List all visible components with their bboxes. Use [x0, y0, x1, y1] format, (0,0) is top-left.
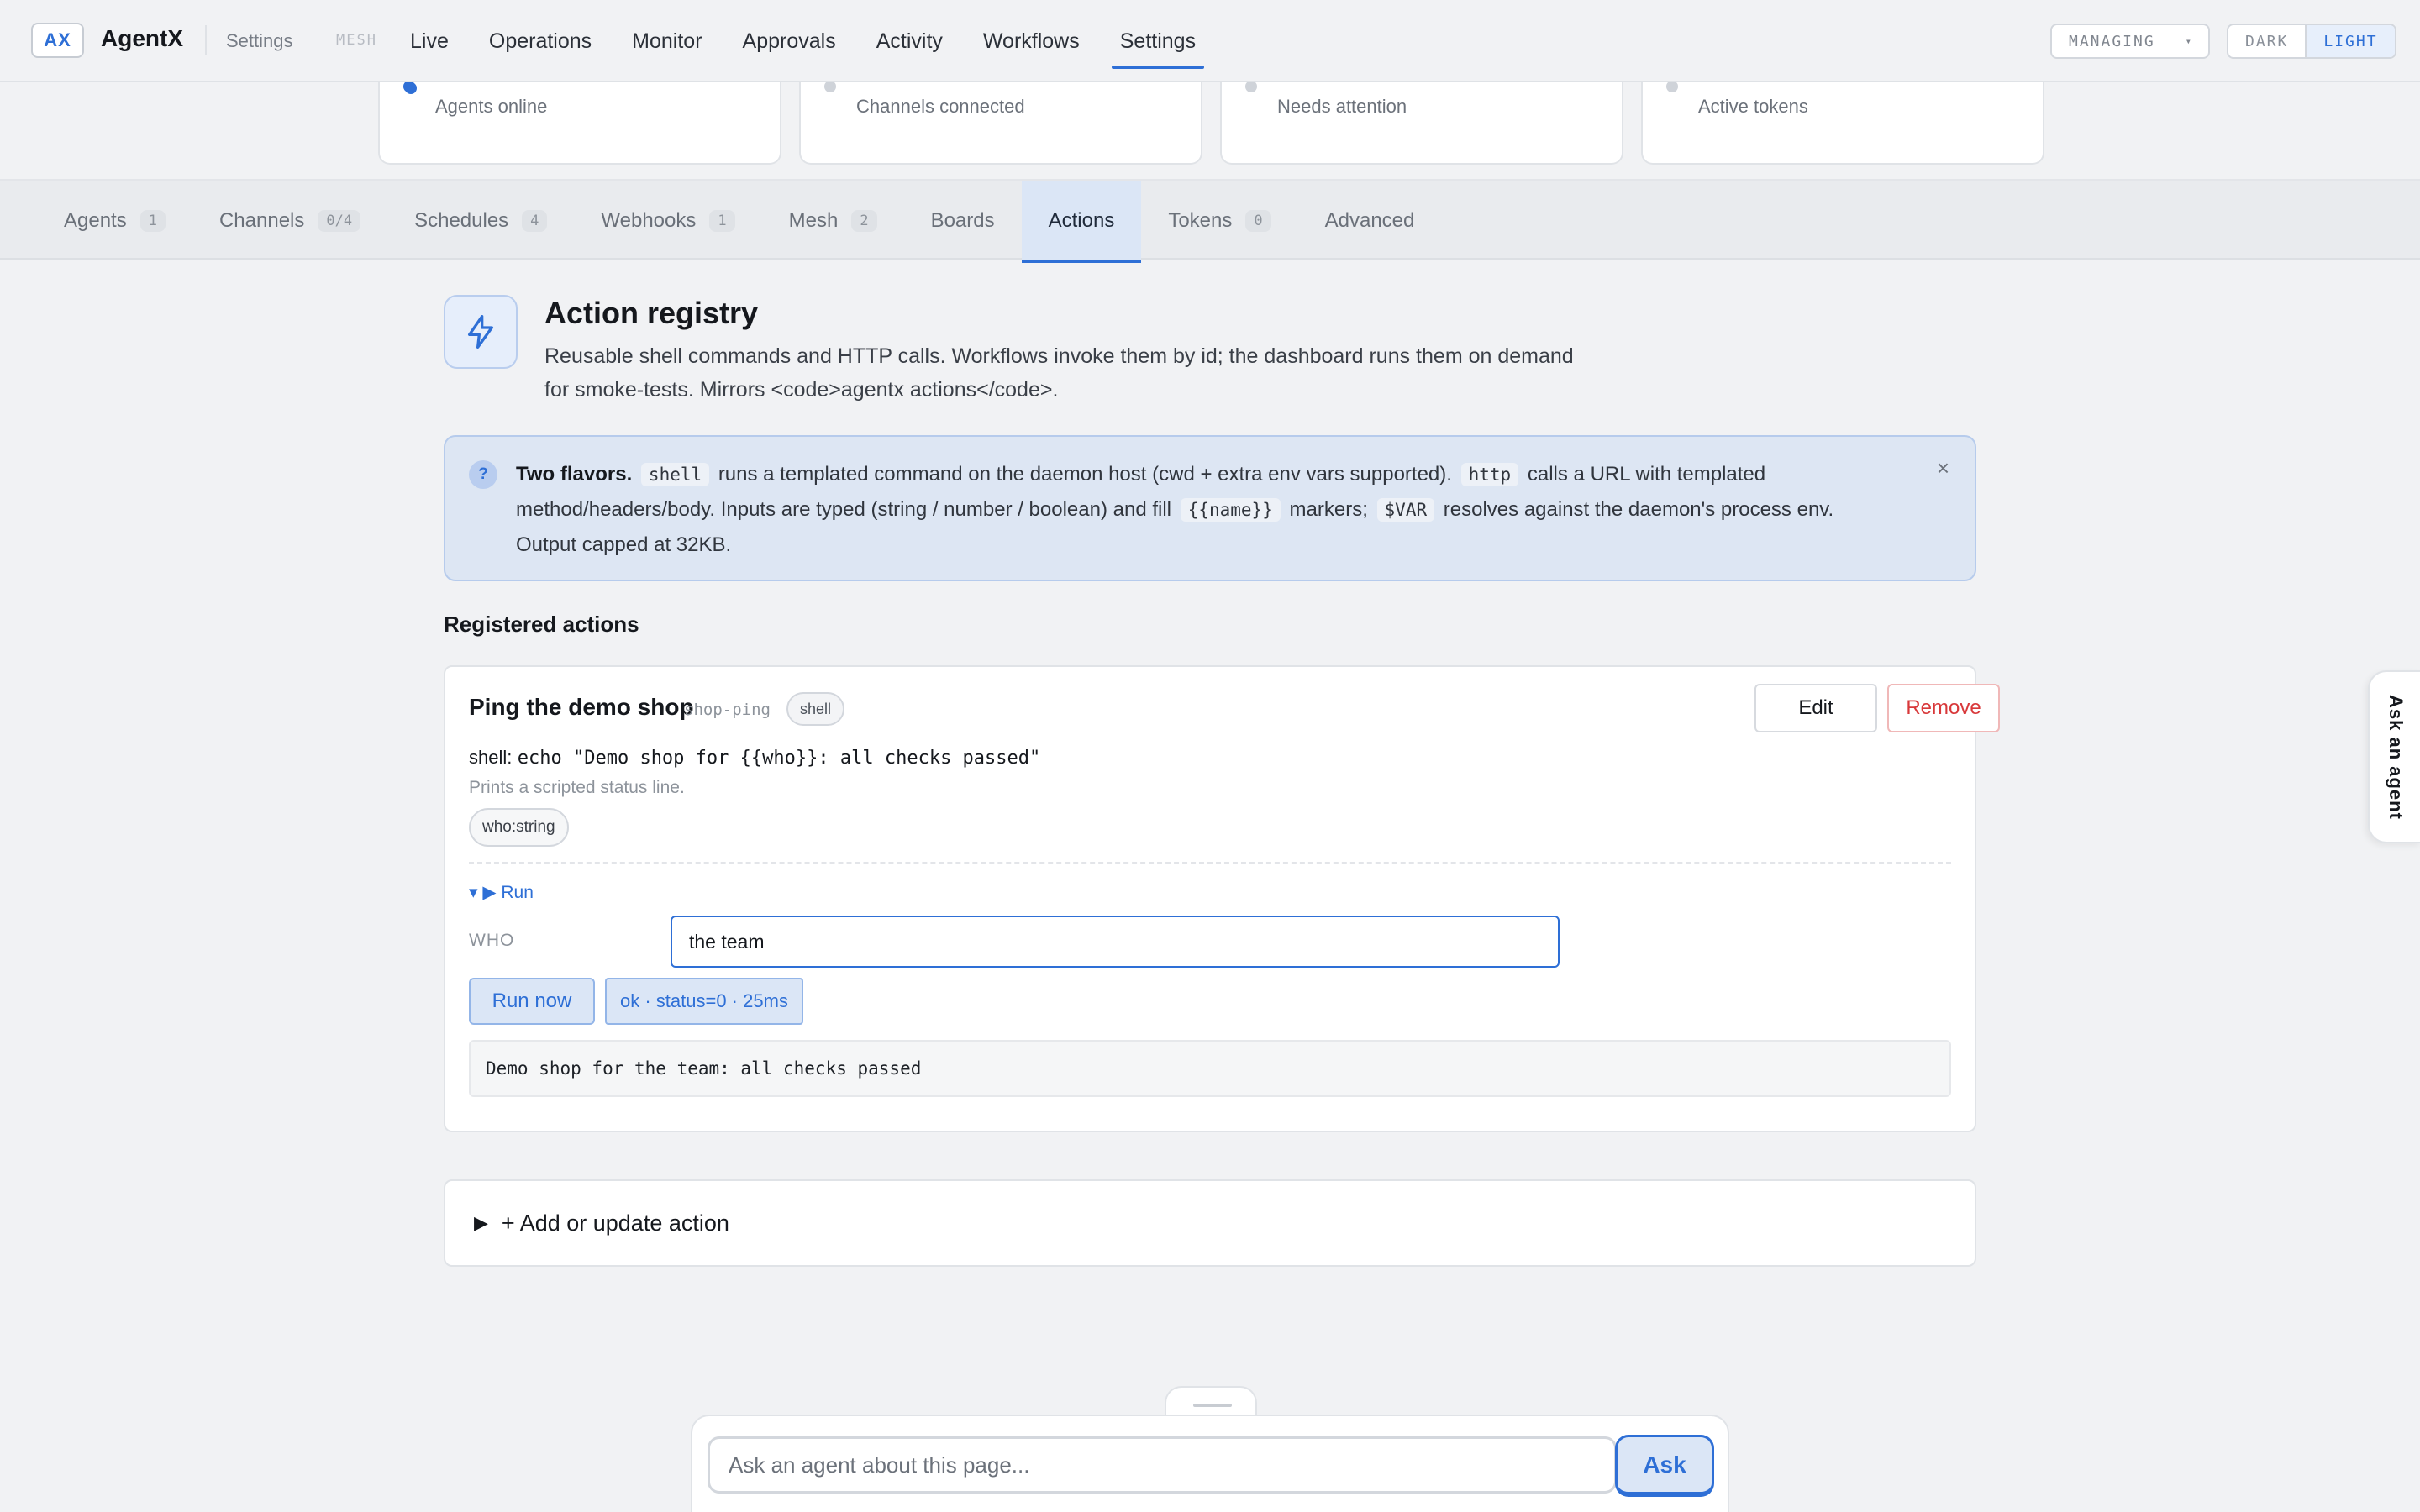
managing-label: MANAGING: [2069, 32, 2155, 50]
tab-channels[interactable]: Channels 0/4: [192, 181, 387, 261]
action-id: shop-ping: [684, 701, 771, 719]
page-title: Action registry: [544, 296, 759, 330]
tab-agents[interactable]: Agents 1: [37, 181, 192, 261]
tab-webhooks[interactable]: Webhooks 1: [574, 181, 761, 261]
info-text-1: runs a templated command on the daemon h…: [718, 463, 1452, 486]
stat-card-agents[interactable]: [378, 82, 781, 165]
shell-chip: shell: [640, 463, 710, 486]
tab-label: Tokens: [1168, 209, 1233, 232]
stat-label-channels: Channels connected: [856, 96, 1025, 117]
theme-dark-button[interactable]: DARK: [2228, 25, 2305, 57]
ask-panel: Ask: [691, 1415, 1729, 1512]
close-icon[interactable]: ×: [1937, 455, 1949, 481]
tab-count: 0: [1245, 210, 1271, 232]
tab-mesh[interactable]: Mesh 2: [762, 181, 904, 261]
tab-advanced[interactable]: Advanced: [1298, 181, 1442, 261]
action-command: shell: echo "Demo shop for {{who}}: all …: [469, 746, 1040, 769]
ask-agent-side-tab[interactable]: Ask an agent: [2368, 670, 2420, 843]
stat-card-channels[interactable]: [799, 82, 1202, 165]
action-note: Prints a scripted status line.: [469, 778, 685, 797]
who-label: WHO: [469, 931, 515, 950]
managing-select[interactable]: MANAGING ▾: [2050, 24, 2210, 59]
stat-label-attention: Needs attention: [1277, 96, 1407, 117]
lightning-icon: [444, 295, 518, 369]
tab-tokens[interactable]: Tokens 0: [1141, 181, 1297, 261]
theme-toggle: DARK LIGHT: [2227, 24, 2396, 59]
var-chip: $VAR: [1376, 498, 1435, 522]
run-now-button[interactable]: Run now: [469, 978, 595, 1025]
tab-label: Channels: [218, 209, 305, 232]
tab-count: 1: [709, 210, 735, 232]
tab-label: Schedules: [414, 209, 509, 232]
tab-boards[interactable]: Boards: [904, 181, 1022, 261]
info-bold: Two flavors.: [516, 463, 633, 486]
stat-label-agents: Agents online: [435, 96, 548, 117]
nav-monitor[interactable]: Monitor: [612, 0, 722, 82]
stat-label-tokens: Active tokens: [1698, 96, 1808, 117]
info-text-3: markers;: [1289, 498, 1368, 521]
tab-label: Webhooks: [601, 209, 697, 232]
nav-settings[interactable]: Settings: [1100, 0, 1216, 82]
stats-band: [0, 82, 2420, 180]
status-dot-tokens: [1666, 81, 1678, 92]
tab-count: 1: [139, 210, 166, 232]
divider: [205, 25, 207, 55]
tab-label: Mesh: [788, 209, 839, 232]
nav-activity[interactable]: Activity: [856, 0, 963, 82]
side-tab-label: Ask an agent: [2386, 694, 2407, 820]
tab-label: Advanced: [1324, 209, 1415, 232]
tab-count: 4: [522, 210, 548, 232]
tab-label: Agents: [64, 209, 127, 232]
action-card: Ping the demo shop shop-ping shell Edit …: [444, 665, 2000, 1132]
breadcrumb: Settings: [226, 30, 293, 51]
tab-label: Boards: [930, 209, 995, 232]
section-title: Registered actions: [444, 612, 639, 637]
tab-actions[interactable]: Actions: [1021, 181, 1142, 263]
edit-button[interactable]: Edit: [1754, 684, 1877, 732]
triangle-right-icon: ▶: [474, 1212, 488, 1233]
who-input[interactable]: [671, 916, 1560, 968]
param-badge: who:string: [469, 808, 569, 847]
info-callout: ? Two flavors. shell runs a templated co…: [444, 435, 1976, 581]
settings-tab-bar: Agents 1 Channels 0/4 Schedules 4 Webhooks 1…: [0, 179, 2420, 263]
app-logo[interactable]: AX: [31, 23, 84, 58]
status-dot-online: [403, 81, 415, 92]
mesh-label[interactable]: MESH: [336, 32, 377, 49]
tab-schedules[interactable]: Schedules 4: [387, 181, 574, 261]
main-nav: Live Operations Monitor Approvals Activi…: [390, 0, 1216, 82]
command-text: echo "Demo shop for {{who}}: all checks …: [517, 748, 1041, 769]
tab-count: 2: [851, 210, 877, 232]
app-title: AgentX: [101, 25, 183, 51]
status-dot-channels: [824, 81, 836, 92]
nav-operations[interactable]: Operations: [469, 0, 612, 82]
action-kind-badge: shell: [786, 692, 845, 726]
nav-approvals[interactable]: Approvals: [723, 0, 856, 82]
remove-button[interactable]: Remove: [1887, 684, 2000, 732]
run-status-badge: ok · status=0 · 25ms: [605, 978, 803, 1025]
info-text: Two flavors. shell runs a templated comm…: [516, 457, 1894, 562]
stat-card-attention[interactable]: [1220, 82, 1623, 165]
nav-live[interactable]: Live: [390, 0, 469, 82]
command-label: shell:: [469, 747, 513, 768]
nav-workflows[interactable]: Workflows: [963, 0, 1100, 82]
page-description: Reusable shell commands and HTTP calls. …: [544, 344, 1574, 402]
run-toggle[interactable]: ▾ ▶ Run: [469, 882, 534, 903]
status-dot-attention: [1245, 81, 1257, 92]
name-marker-chip: {{name}}: [1180, 498, 1281, 522]
chevron-down-icon: ▾: [2185, 35, 2193, 47]
ask-input[interactable]: [708, 1436, 1617, 1494]
divider: [469, 862, 1951, 864]
ask-button[interactable]: Ask: [1615, 1435, 1714, 1497]
question-icon: ?: [469, 460, 497, 489]
tab-count: 0/4: [318, 210, 361, 232]
action-title: Ping the demo shop: [469, 694, 694, 720]
tab-label: Actions: [1048, 209, 1115, 232]
theme-light-button[interactable]: LIGHT: [2305, 25, 2395, 57]
add-action-toggle[interactable]: ▶ + Add or update action: [444, 1179, 1976, 1267]
http-chip: http: [1460, 463, 1519, 486]
run-output: Demo shop for the team: all checks passe…: [469, 1040, 1951, 1097]
add-action-label: + Add or update action: [501, 1210, 729, 1236]
top-bar: AX AgentX Settings MESH Live Operations …: [0, 0, 2420, 82]
stat-card-tokens[interactable]: [1641, 82, 2044, 165]
